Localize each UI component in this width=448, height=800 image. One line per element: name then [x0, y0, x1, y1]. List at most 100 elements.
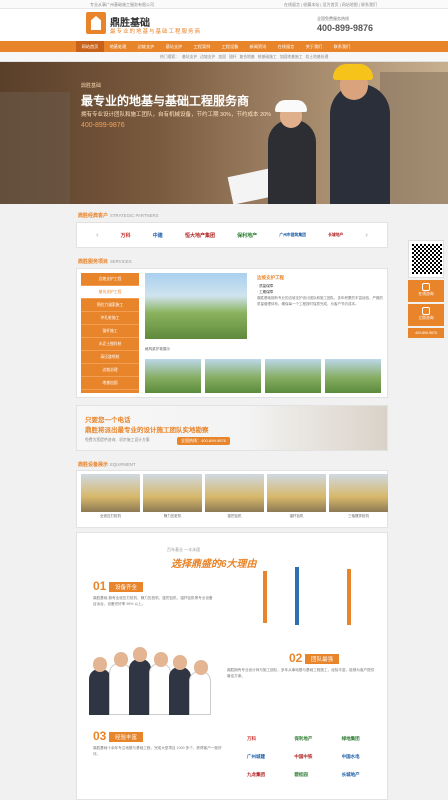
client-logo: 万科 — [247, 736, 256, 741]
services-menu: 边坡支护工程 基坑支护工程 预应力锚索施工 冲孔桩施工 锚杆施工 水泥土搅拌桩 … — [81, 273, 139, 393]
nav-item[interactable]: 关于我们 — [300, 41, 328, 52]
partner-logo[interactable]: 恒大地产集团 — [185, 232, 215, 239]
services-menu-item[interactable]: 高压旋喷桩 — [81, 351, 139, 364]
client-logo: 碧桂园 — [294, 772, 308, 777]
equipment-item[interactable]: 三轴搅拌桩机 — [329, 474, 388, 526]
partners-strip: ‹ 万科 中建 恒大地产集团 保利地产 广州市建筑集团 长城地产 › — [76, 222, 388, 248]
reasons-heading: 选择鼎盛的6大理由 — [171, 559, 257, 570]
equipment-title: 鼎胜设备展示 EQUIPMENT — [78, 462, 136, 468]
equipment-item[interactable]: 锚杆钻机 — [267, 474, 326, 526]
partner-logo[interactable]: 广州市建筑集团 — [279, 233, 306, 238]
services-menu-item[interactable]: 地基加固 — [81, 377, 139, 390]
partner-logo[interactable]: 长城地产 — [328, 233, 343, 238]
nav-item[interactable]: 新闻资讯 — [244, 41, 272, 52]
client-logo: 保利地产 — [294, 736, 313, 741]
reason-text: 鼎胜拥有专业设计师与施工团队，多年从事地基与基础工程施工，经验丰富，能够为客户提… — [227, 668, 375, 678]
services-menu-item[interactable]: 边坡治理 — [81, 364, 139, 377]
service-thumbnail[interactable] — [145, 359, 201, 393]
hot-search-link[interactable]: 加固地基施工 — [280, 52, 303, 61]
hot-search-link[interactable]: 桩基础施工 — [258, 52, 277, 61]
services-menu-item[interactable]: 冲孔桩施工 — [81, 312, 139, 325]
drill-rig-image — [347, 569, 351, 625]
online-consult-button[interactable]: 在线咨询 — [408, 280, 444, 302]
phone-icon — [422, 307, 430, 315]
engineer-woman-image — [268, 120, 316, 204]
reasons-section: 百年基业 一丰永固 选择鼎盛的6大理由 01 设备齐全 鼎胜基础 拥有全液压打桩… — [76, 532, 388, 800]
hot-search-link[interactable]: 加固 — [218, 52, 226, 61]
services-menu-item[interactable]: 边坡支护工程 — [81, 273, 139, 286]
chevron-right-icon[interactable]: › — [365, 232, 367, 239]
equipment-item[interactable]: 全液压打桩机 — [81, 474, 140, 526]
reason-number: 01 — [93, 579, 107, 593]
service-caption: 格构梁护坡展示 — [145, 347, 171, 351]
reasons-small-title: 百年基业 一丰永固 — [167, 547, 201, 552]
logo-icon[interactable] — [86, 12, 106, 34]
drill-rig-image — [295, 567, 299, 625]
person-shape — [129, 647, 151, 715]
equipment-item[interactable]: 静力压桩机 — [143, 474, 202, 526]
partner-logo[interactable]: 中建 — [153, 232, 163, 239]
consult-now-button[interactable]: 立即咨询 — [408, 304, 444, 326]
person-shape — [89, 657, 111, 715]
banner-phone: 400-899-9876 — [81, 122, 125, 129]
hot-search-link[interactable]: 基坑支护 — [182, 52, 197, 61]
partner-logo[interactable]: 万科 — [121, 232, 131, 239]
hardhat-icon — [275, 100, 307, 112]
service-thumbnail[interactable] — [265, 359, 321, 393]
nav-item[interactable]: 工程设备 — [216, 41, 244, 52]
hot-search-link[interactable]: 锚杆 — [229, 52, 237, 61]
hero-banner[interactable]: 鼎胜基础 最专业的地基与基础工程服务商 拥有专业设计团队和施工团队，自有机械设备… — [0, 62, 448, 204]
equipment-image — [267, 474, 326, 512]
partner-logo[interactable]: 保利地产 — [237, 232, 257, 239]
equipment-strip: 全液压打桩机 静力压桩机 旋挖钻机 锚杆钻机 三轴搅拌桩机 — [76, 470, 388, 528]
nav-item[interactable]: 在线留言 — [272, 41, 300, 52]
hot-search-link[interactable]: 软土地基处理 — [306, 52, 329, 61]
equipment-image — [81, 474, 140, 512]
hot-search-link[interactable]: 复合地基 — [240, 52, 255, 61]
nav-item[interactable]: 联系我们 — [328, 41, 356, 52]
nav-item[interactable]: 地基处理 — [104, 41, 132, 52]
team-photo — [89, 645, 215, 715]
equipment-item[interactable]: 旋挖钻机 — [205, 474, 264, 526]
top-bar: 专业从事广州基础施工服务有限公司 在线留言 | 收藏本站 | 设为首页 | 网站… — [0, 0, 448, 9]
services-menu-item[interactable]: 预应力锚索施工 — [81, 299, 139, 312]
service-thumbnails — [145, 359, 381, 393]
reason-label: 经验丰富 — [109, 732, 144, 742]
cta-line2: 鼎胜将派出最专业的设计施工团队实地勘察 — [85, 427, 209, 434]
building-shape — [0, 92, 70, 204]
service-title[interactable]: 边坡支护工程 — [257, 275, 284, 281]
drill-rig-image — [263, 571, 267, 623]
equipment-image — [329, 474, 388, 512]
call-to-action-banner[interactable]: 只要您一个电话 鼎胜将派出最专业的设计施工团队实地勘察 免费为您提供咨询、初步施… — [76, 405, 388, 451]
hot-search-bar: 热门搜索： 基坑支护 边坡支护 加固 锚杆 复合地基 桩基础施工 加固地基施工 … — [0, 52, 448, 62]
nav-item[interactable]: 边坡支护 — [132, 41, 160, 52]
floating-sidebar: 在线咨询 立即咨询 400-899-9876 — [408, 240, 444, 338]
person-shape — [109, 652, 131, 715]
cta-phone-button[interactable]: 全国热线：400-899-9876 — [177, 437, 230, 445]
client-logo: 中国水电 — [341, 754, 360, 759]
cta-line3: 免费为您提供咨询、初步施工设计方案 — [85, 438, 150, 442]
service-main-image[interactable] — [145, 273, 247, 339]
nav-home[interactable]: 网站首页 — [76, 41, 104, 52]
reason-number: 03 — [93, 729, 107, 743]
service-thumbnail[interactable] — [325, 359, 381, 393]
banner-title: 最专业的地基与基础工程服务商 — [81, 94, 250, 108]
header — [0, 9, 448, 41]
chevron-left-icon[interactable]: ‹ — [96, 232, 98, 239]
client-logo: 广州城建 — [247, 754, 265, 759]
person-shape — [189, 660, 211, 715]
top-bar-links[interactable]: 在线留言 | 收藏本站 | 设为首页 | 网站地图 | 联系我们 — [284, 2, 377, 8]
services-menu-item[interactable]: 水泥土搅拌桩 — [81, 338, 139, 351]
nav-item[interactable]: 工程案例 — [188, 41, 216, 52]
nav-item[interactable]: 基坑支护 — [160, 41, 188, 52]
equipment-caption: 静力压桩机 — [163, 514, 182, 518]
banner-subtitle: 拥有专业设计团队和施工团队，自有机械设备，节约工期 30%，节约成本 20% — [81, 112, 272, 118]
qr-code-icon — [408, 240, 444, 278]
header-phone: 400-899-9876 — [317, 23, 374, 33]
hot-search-link[interactable]: 边坡支护 — [200, 52, 215, 61]
service-thumbnail[interactable] — [205, 359, 261, 393]
person-shape — [169, 655, 191, 715]
chat-icon — [422, 283, 430, 291]
services-menu-item-active[interactable]: 基坑支护工程 — [81, 286, 139, 299]
services-menu-item[interactable]: 锚杆施工 — [81, 325, 139, 338]
